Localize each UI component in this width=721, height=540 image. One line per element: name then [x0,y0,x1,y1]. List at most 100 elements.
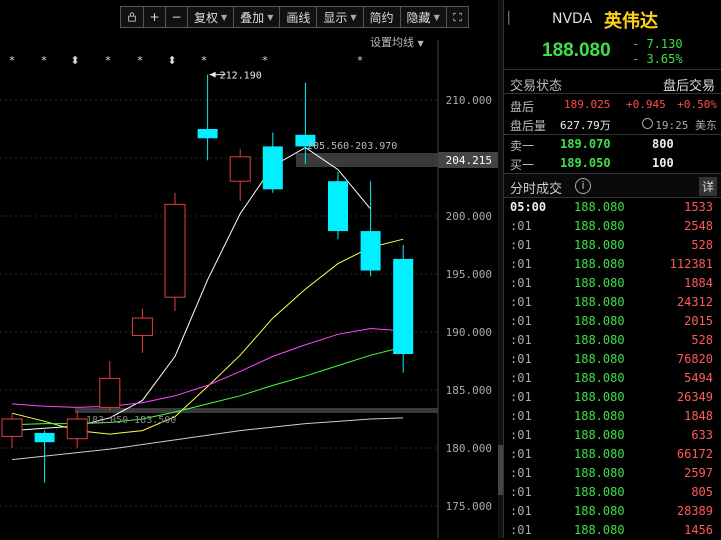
tick-time: 05:00 [510,200,547,214]
candle-body [1,418,23,437]
hide-dropdown[interactable]: 隐藏 ▼ [400,6,447,28]
ticks-list[interactable]: 05:00 188.080 1533:01 188.080 2548:01 188.080… [504,198,721,540]
candle-body [34,432,55,443]
ma-setting-dropdown[interactable]: 设置均线 ▼ [370,34,424,50]
tick-time: :01 [510,504,532,518]
expand-icon [453,12,462,22]
tick-row: :01 188.080 2548 [504,217,721,236]
display-label: 显示 [323,10,348,25]
event-marker: * [137,54,143,67]
after-hours-volume-label: 盘后量 [510,119,547,133]
expand-button[interactable] [446,6,469,28]
kline-chart-panel[interactable]: 210.000205.000200.000195.000190.000185.0… [0,0,498,538]
candle-body [131,317,153,336]
tick-time: :01 [510,523,532,537]
tick-volume: 633 [691,428,713,442]
tick-row: :01 188.080 528 [504,331,721,350]
tick-price: 188.080 [574,333,625,347]
ma-line-ma20 [11,328,404,408]
lock-button[interactable] [120,6,144,28]
menu-icon[interactable]: ⎸ [508,10,522,26]
tick-time: :01 [510,238,532,252]
tick-volume: 1533 [684,200,713,214]
after-hours-time: 19:25 美东 [655,119,717,132]
overlay-label: 叠加 [240,10,265,25]
display-dropdown[interactable]: 显示 ▼ [317,6,364,28]
support-band [75,408,438,413]
tick-price: 188.080 [574,466,625,480]
event-marker: * [262,54,268,67]
candle-body [66,418,88,440]
tick-price: 188.080 [574,428,625,442]
y-tick-label: 200.000 [446,210,492,223]
tick-time: :01 [510,352,532,366]
tick-time: :01 [510,219,532,233]
detail-button[interactable]: 详 [698,177,717,196]
tick-price: 188.080 [574,352,625,366]
after-hours-volume-row: 盘后量 627.79万 19:25 美东 [504,115,721,134]
ask-price-label: 204.215 [446,154,492,167]
tick-row: :01 188.080 26349 [504,388,721,407]
tick-volume: 1456 [684,523,713,537]
after-hours-change: +0.945 [626,98,666,111]
tick-row: :01 188.080 633 [504,426,721,445]
tick-price: 188.080 [574,409,625,423]
tick-row: :01 188.080 28389 [504,502,721,521]
candle-body [262,146,283,190]
tick-price: 188.080 [574,257,625,271]
event-marker: ⬍ [70,54,79,67]
tick-time: :01 [510,257,532,271]
tick-row: :01 188.080 1456 [504,521,721,540]
zoom-out-button[interactable]: − [166,6,188,28]
high-label: 212.190 [220,71,262,82]
tick-volume: 2597 [684,466,713,480]
tick-time: :01 [510,295,532,309]
y-tick-label: 195.000 [446,268,492,281]
ask-row: 卖一 189.070 800 [504,135,721,154]
low-range-label: 183.050-183.500 [86,415,176,426]
tick-price: 188.080 [574,485,625,499]
tick-row: :01 188.080 76820 [504,350,721,369]
event-marker: * [41,54,47,67]
after-hours-price: 189.025 [564,98,611,111]
tick-time: :01 [510,333,532,347]
dropdown-arrow-icon: ▼ [267,12,274,22]
trade-status-row: 交易状态 盘后交易 [504,70,721,94]
stock-name: 英伟达 [604,11,658,32]
draw-line-button[interactable]: 画线 [280,6,318,28]
tick-row: :01 188.080 66172 [504,445,721,464]
dropdown-arrow-icon: ▼ [417,39,424,48]
event-marker: * [201,54,207,67]
ask-label: 卖一 [510,139,535,153]
trade-status-label: 交易状态 [510,79,563,94]
tick-volume: 528 [691,333,713,347]
ask-size: 800 [652,137,674,151]
bid-row: 买一 189.050 100 [504,154,721,173]
tick-volume: 1884 [684,276,713,290]
kline-chart[interactable]: 210.000205.000200.000195.000190.000185.0… [0,0,498,538]
tick-price: 188.080 [574,276,625,290]
candle-body [229,156,251,182]
tick-row: 05:00 188.080 1533 [504,198,721,217]
simple-button[interactable]: 简约 [363,6,401,28]
clock-icon [642,118,653,129]
tick-time: :01 [510,371,532,385]
hide-label: 隐藏 [406,10,431,25]
tick-time: :01 [510,314,532,328]
bid-size: 100 [652,156,674,170]
tick-time: :01 [510,485,532,499]
overlay-dropdown[interactable]: 叠加 ▼ [234,6,281,28]
ma-line-ma10 [11,238,404,435]
candle-body [164,203,186,298]
info-icon[interactable]: i [575,178,591,194]
candle-body [99,377,121,408]
adjust-dropdown[interactable]: 复权 ▼ [188,6,235,28]
tick-volume: 528 [691,238,713,252]
tick-volume: 805 [691,485,713,499]
tick-volume: 28389 [676,504,713,518]
tick-volume: 112381 [669,257,713,271]
tick-time: :01 [510,466,532,480]
tick-price: 188.080 [574,371,625,385]
zoom-in-button[interactable]: + [144,6,166,28]
tick-price: 188.080 [574,295,625,309]
